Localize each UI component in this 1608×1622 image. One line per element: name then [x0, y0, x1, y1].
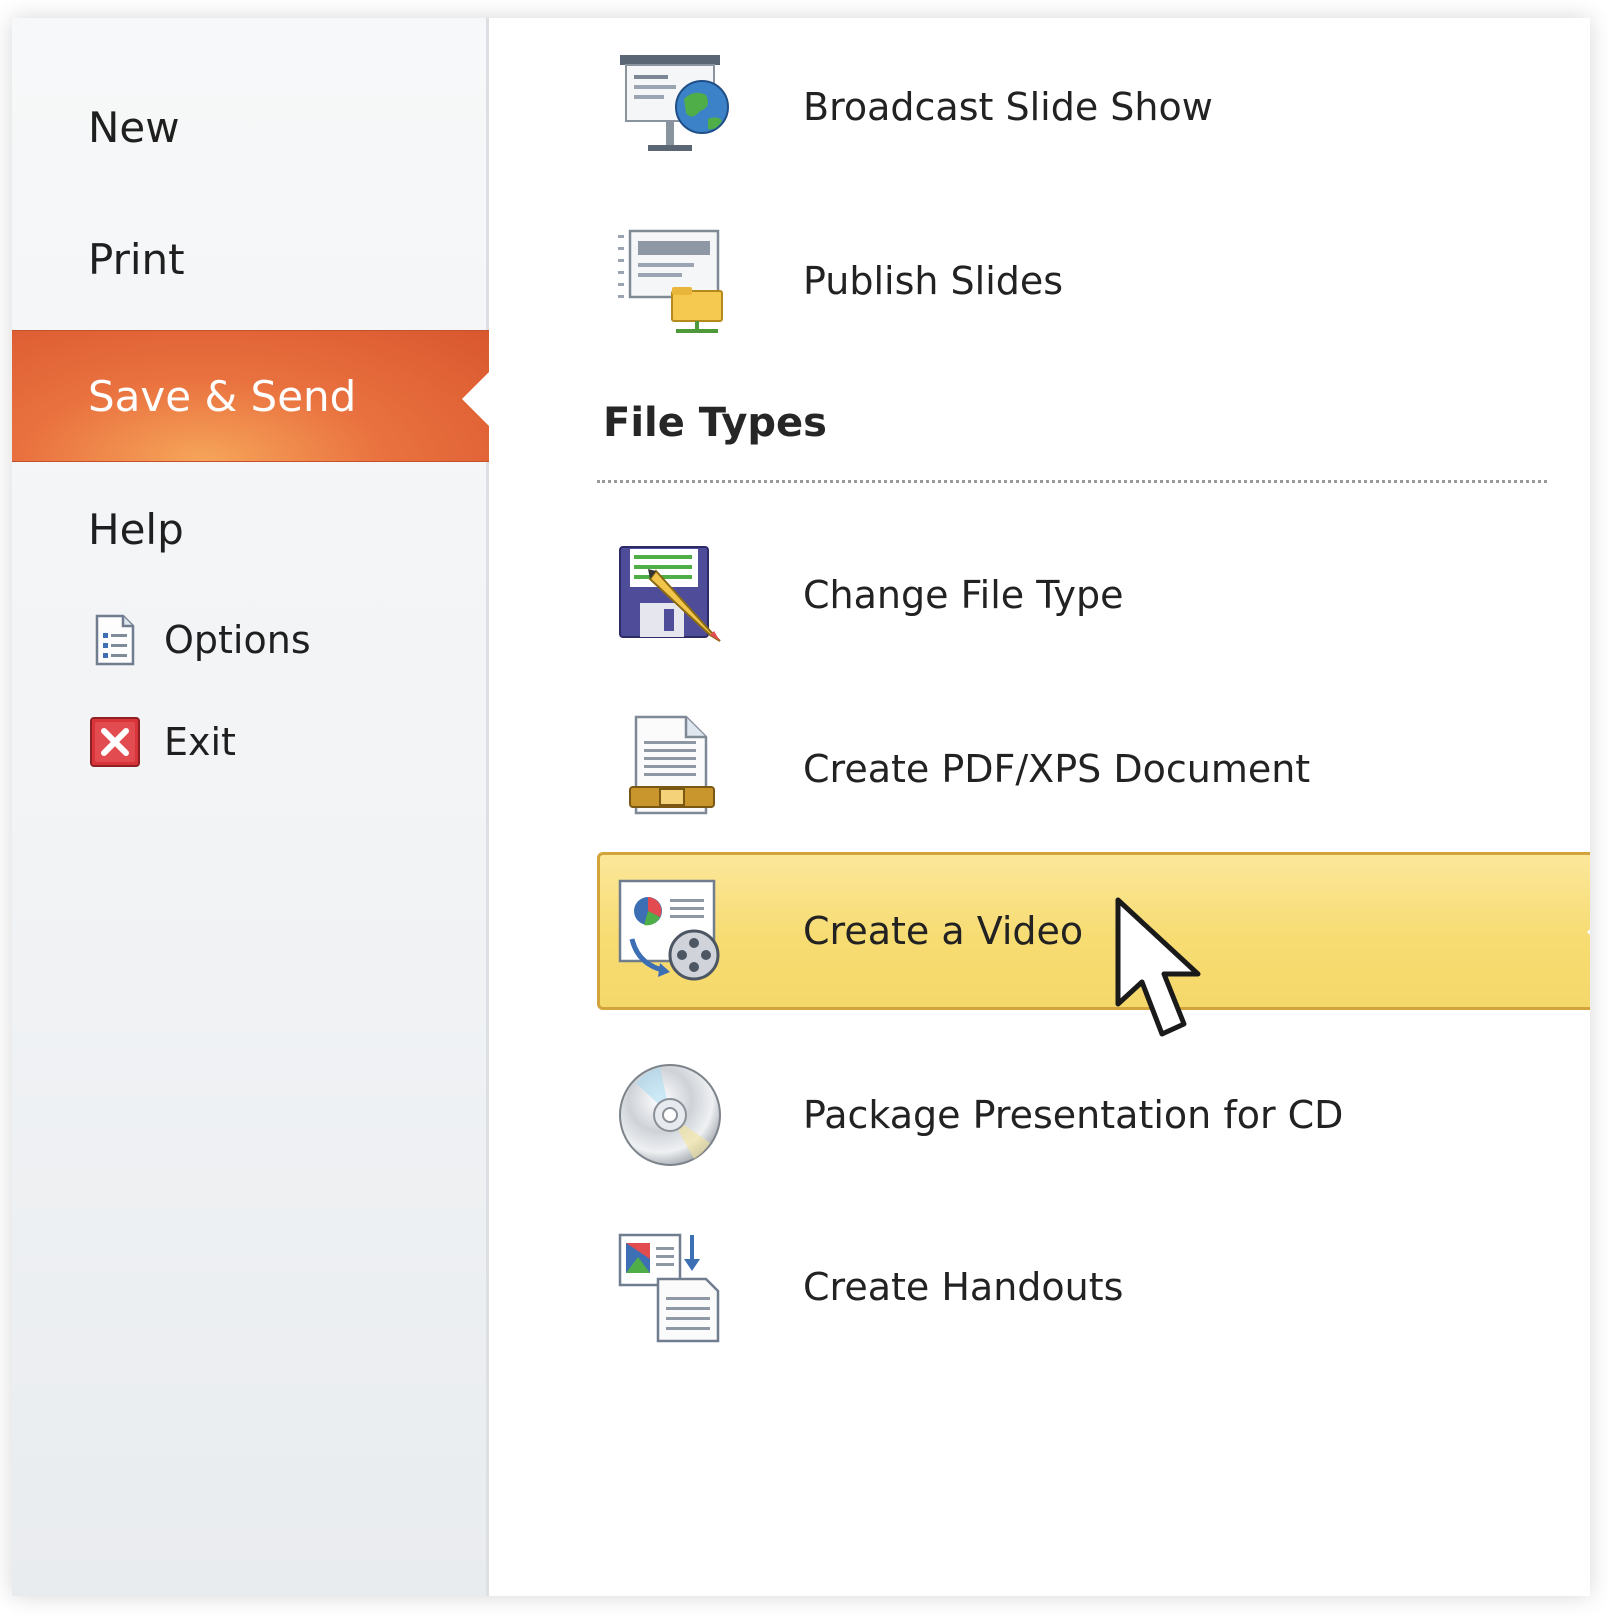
nav-item-exit-label: Exit — [164, 720, 236, 764]
broadcast-slideshow-icon — [613, 48, 731, 166]
publish-slides-label: Publish Slides — [803, 259, 1064, 303]
package-for-cd-option[interactable]: Package Presentation for CD — [597, 1038, 1590, 1192]
nav-item-new[interactable]: New — [12, 68, 489, 188]
save-send-pane: Broadcast Slide Show Publish Slides File… — [489, 18, 1590, 1596]
broadcast-slide-show-option[interactable]: Broadcast Slide Show — [597, 30, 1590, 184]
video-reel-icon — [613, 872, 731, 990]
create-handouts-option[interactable]: Create Handouts — [597, 1210, 1590, 1364]
pdf-document-icon — [613, 710, 731, 828]
nav-item-options[interactable]: Options — [88, 608, 311, 672]
nav-item-options-label: Options — [164, 618, 311, 662]
create-handouts-label[interactable]: Create Handouts — [803, 1265, 1123, 1309]
broadcast-slide-show-label: Broadcast Slide Show — [803, 85, 1213, 129]
backstage-nav: New Print Save & Send Help Options Exit — [12, 18, 492, 1596]
change-file-type-label[interactable]: Change File Type — [803, 573, 1124, 617]
handouts-icon — [613, 1228, 731, 1346]
change-file-type-option[interactable]: Change File Type — [597, 518, 1590, 672]
create-video-option[interactable]: Create a Video — [597, 852, 1590, 1010]
file-types-heading: File Types — [603, 400, 827, 446]
file-types-divider — [597, 480, 1547, 483]
save-floppy-pencil-icon — [613, 536, 731, 654]
publish-slides-option[interactable]: Publish Slides — [597, 204, 1590, 358]
backstage-view: New Print Save & Send Help Options Exit … — [12, 18, 1590, 1596]
create-pdf-xps-option[interactable]: Create PDF/XPS Document — [597, 692, 1590, 846]
publish-slides-icon — [613, 222, 731, 340]
nav-item-save-send[interactable]: Save & Send — [12, 330, 492, 462]
nav-item-help[interactable]: Help — [12, 470, 489, 590]
cd-disc-icon — [613, 1056, 731, 1174]
package-for-cd-label[interactable]: Package Presentation for CD — [803, 1093, 1343, 1137]
nav-item-exit[interactable]: Exit — [88, 710, 236, 774]
create-video-label[interactable]: Create a Video — [803, 909, 1083, 953]
options-document-icon — [88, 613, 142, 667]
nav-item-print[interactable]: Print — [12, 200, 489, 320]
mouse-pointer-icon — [1115, 897, 1201, 1037]
create-pdf-xps-label[interactable]: Create PDF/XPS Document — [803, 747, 1310, 791]
exit-close-icon — [88, 715, 142, 769]
